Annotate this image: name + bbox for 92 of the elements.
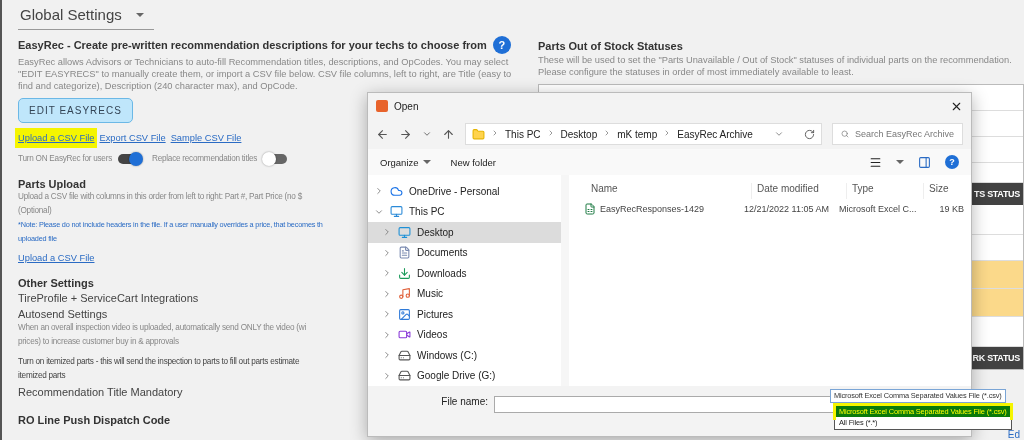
folder-tree-item[interactable]: Documents (368, 242, 561, 263)
column-header[interactable]: Type (846, 183, 923, 199)
drive-icon (398, 369, 411, 383)
column-header[interactable]: Size (923, 183, 971, 199)
edit-link[interactable]: Ed (1007, 429, 1020, 440)
breadcrumb-item[interactable]: mK temp (617, 128, 658, 140)
file-type: Microsoft Excel C... (839, 204, 916, 214)
music-note-icon (398, 287, 411, 301)
setting-text: Autosend Settings (18, 307, 108, 321)
new-folder-button[interactable]: New folder (450, 156, 496, 168)
status-header-text: TS STATUS (974, 189, 1020, 199)
page-title-dropdown[interactable]: Global Settings (18, 6, 154, 30)
view-icon[interactable] (869, 155, 882, 169)
address-bar[interactable]: This PC Desktop mK temp EasyRec Archive (465, 123, 822, 145)
spreadsheet-file-icon (584, 203, 596, 215)
app-icon (376, 100, 388, 112)
section-heading: Parts Upload (18, 178, 86, 190)
folder-tree-item[interactable]: Windows (C:) (368, 345, 561, 366)
chevron-icon[interactable] (382, 329, 392, 340)
help-icon[interactable]: ? (945, 155, 959, 169)
section-description: These will be used to set the "Parts Unavailable / Out of Stock" statuses of individual parts on the recommendation. Please configure the statuses in order of most immediately available to least. (538, 54, 1013, 78)
download-icon (398, 266, 411, 280)
toggle-switch[interactable] (263, 154, 288, 164)
help-button[interactable]: ? (492, 36, 511, 54)
chevron-icon[interactable] (382, 247, 392, 258)
setting-text: RO Line Push Dispatch Code (18, 413, 171, 427)
section-description: (Optional) (18, 205, 52, 217)
breadcrumb-item[interactable]: This PC (505, 128, 541, 140)
section-heading: Parts Out of Stock Statuses (538, 40, 684, 52)
folder-tree-item[interactable]: Music (368, 283, 561, 304)
folder-tree-item[interactable]: OneDrive - Personal (368, 181, 561, 202)
chevron-icon[interactable] (774, 129, 784, 139)
file-name-label: File name: (440, 396, 488, 407)
chevron-icon[interactable] (382, 288, 392, 299)
monitor-icon (390, 205, 403, 219)
column-header[interactable]: Date modified (751, 183, 846, 199)
folder-tree-item[interactable]: This PC (368, 201, 561, 222)
section-description: Upload a CSV file with columns in this order from left to right: Part #, Part Price (no $ (18, 191, 302, 203)
csv-link[interactable]: Upload a CSV File (18, 131, 95, 145)
caret-icon (135, 12, 144, 17)
folder-tree-item[interactable]: Downloads (368, 263, 561, 284)
breadcrumb-item[interactable]: Desktop (560, 128, 598, 140)
file-name-field[interactable] (494, 396, 834, 413)
toggle-label: Turn ON EasyRec for users (18, 153, 112, 165)
section-description: EasyRec allows Advisors or Technicians to auto-fill Recommendation titles, descriptions, and OpCodes. You may select "EDIT EASYRECS" to manually create them, or import a CSV file below. CSV file columns, left to right, are Title (easy to find and categorize), Description (240 character max), and OpCode. (18, 56, 513, 92)
refresh-icon[interactable] (804, 128, 815, 140)
setting-text: itemized parts (18, 370, 67, 382)
toggle-switch[interactable] (118, 154, 142, 164)
toggle-label: Replace recommendation titles (152, 153, 258, 165)
dialog-title: Open (394, 100, 419, 112)
forward-button[interactable] (399, 127, 412, 141)
monitor-icon (398, 225, 411, 239)
file-date: 12/21/2022 11:05 AM (744, 204, 830, 214)
folder-tree-item[interactable]: Google Drive (G:) (368, 365, 561, 386)
breadcrumb-item[interactable]: EasyRec Archive (677, 128, 753, 140)
back-button[interactable] (376, 127, 389, 141)
csv-link[interactable]: Upload a CSV File (18, 251, 95, 265)
status-header-text: RK STATUS (972, 353, 1020, 363)
up-button[interactable] (442, 127, 455, 141)
drive-icon (398, 348, 411, 362)
caret-icon[interactable] (896, 160, 904, 164)
chevron-icon[interactable] (382, 309, 392, 320)
setting-text: prices) to increase customer buy in & approvals (18, 336, 180, 348)
chevron-icon[interactable] (382, 370, 392, 381)
folder-icon (472, 127, 485, 141)
section-heading: Other Settings (18, 277, 94, 289)
setting-text: TireProfile + ServiceCart Integrations (18, 291, 199, 305)
file-size: 19 KB (938, 204, 964, 214)
setting-text: Recommendation Title Mandatory (18, 385, 183, 399)
setting-text: Turn on itemized parts - this will send the inspection to parts to fill out parts estimate (18, 356, 300, 368)
section-heading: EasyRec - Create pre-written recommendation descriptions for your techs to choose from (18, 39, 487, 51)
chevron-icon[interactable] (382, 268, 392, 279)
folder-tree-item[interactable]: Videos (368, 324, 561, 345)
file-name[interactable]: EasyRecResponses-1429 (600, 204, 705, 214)
chevron-icon[interactable] (382, 227, 392, 238)
setting-text: When an overall inspection video is uploaded, automatically send ONLY the video (wi (18, 322, 306, 334)
folder-tree-item[interactable]: Desktop (368, 222, 561, 243)
csv-link[interactable]: Export CSV File (99, 131, 166, 145)
column-header[interactable]: Name (591, 183, 751, 199)
preview-pane-icon[interactable] (918, 155, 931, 169)
organize-menu[interactable]: Organize (380, 156, 431, 168)
csv-link[interactable]: Sample CSV File (170, 131, 242, 145)
search-field[interactable]: Search EasyRec Archive (832, 123, 963, 145)
chevron-icon[interactable] (374, 186, 384, 197)
cloud-icon (390, 184, 403, 198)
picture-icon (398, 307, 411, 321)
folder-tree-item[interactable]: Pictures (368, 304, 561, 325)
search-icon (841, 129, 849, 139)
recent-dropdown-button[interactable] (422, 129, 432, 139)
document-icon (398, 246, 411, 260)
chevron-icon[interactable] (382, 350, 392, 361)
edit-easyrecs-button[interactable]: EDIT EASYRECS (18, 98, 133, 123)
